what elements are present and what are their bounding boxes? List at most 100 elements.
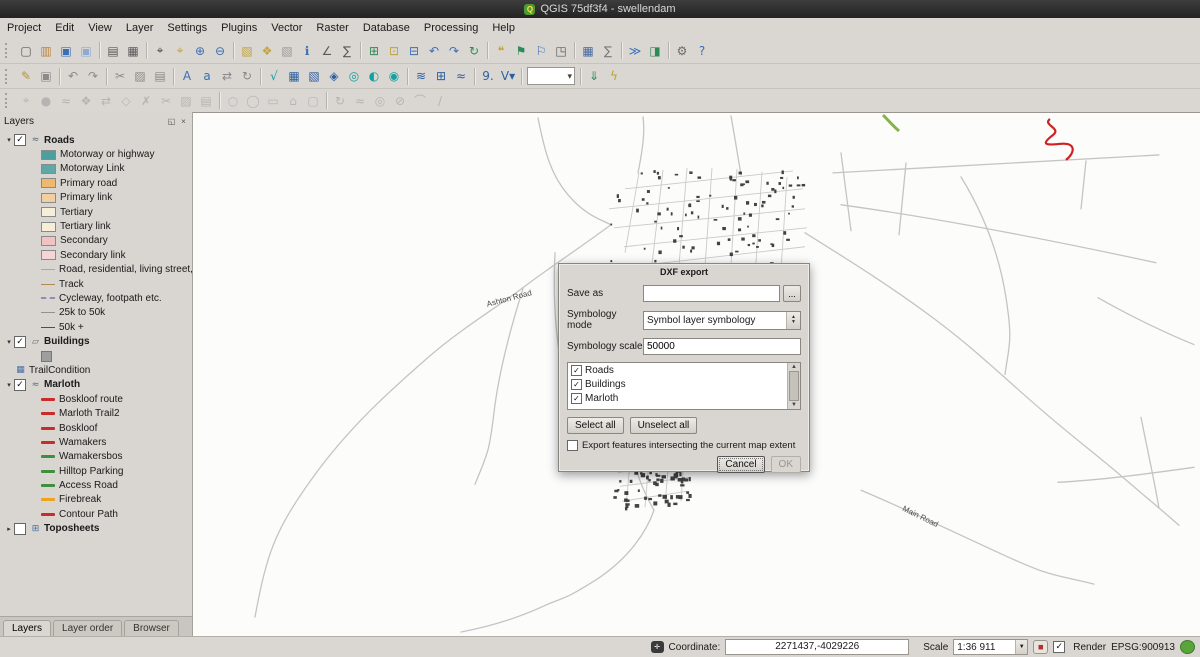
redo-icon[interactable]: ↷ [83, 66, 103, 86]
select-features-icon[interactable]: ▧ [237, 41, 257, 61]
tree-row[interactable]: ▾✓▱Buildings [0, 334, 192, 348]
menu-vector[interactable]: Vector [264, 20, 309, 36]
tree-row[interactable]: Secondary link [0, 248, 192, 262]
save-as-input[interactable] [643, 285, 780, 302]
project-save-as-icon[interactable]: ▣ [76, 41, 96, 61]
rotate-label-icon[interactable]: ↻ [237, 66, 257, 86]
menu-edit[interactable]: Edit [48, 20, 81, 36]
tree-row[interactable]: Contour Path [0, 507, 192, 521]
georeferencer-icon[interactable]: ⊞ [431, 66, 451, 86]
tree-row[interactable]: ▾✓≈Marloth [0, 378, 192, 392]
scroll-up-icon[interactable]: ▲ [791, 364, 797, 370]
coordinate-display[interactable]: 2271437,-4029226 [725, 639, 909, 655]
zoom-full-icon[interactable]: ⊞ [364, 41, 384, 61]
measure-line-icon[interactable]: ∠ [317, 41, 337, 61]
tree-row[interactable]: Wamakersbos [0, 450, 192, 464]
pan-map-icon[interactable]: ⌖ [150, 41, 170, 61]
help-contents-icon[interactable]: ? [692, 41, 712, 61]
tree-row[interactable]: Firebreak [0, 493, 192, 507]
menu-help[interactable]: Help [485, 20, 522, 36]
toolbar-drag-handle[interactable] [5, 69, 12, 84]
menu-processing[interactable]: Processing [417, 20, 485, 36]
tree-row[interactable]: Track [0, 277, 192, 291]
combo-spin-arrows-icon[interactable]: ▲▼ [786, 312, 800, 329]
mouse-position-icon[interactable]: ✛ [651, 641, 664, 653]
menu-raster[interactable]: Raster [309, 20, 355, 36]
deselect-all-icon[interactable]: ▧ [277, 41, 297, 61]
export-layer-row[interactable]: ✓Roads [568, 363, 788, 377]
symbology-scale-input[interactable] [643, 338, 801, 355]
labeling-icon[interactable]: A [177, 66, 197, 86]
zoom-out-icon[interactable]: ⊖ [210, 41, 230, 61]
stop-rendering-icon[interactable]: ◼ [1033, 640, 1048, 654]
dissolve-icon[interactable]: ◉ [384, 66, 404, 86]
log-messages-icon[interactable] [1180, 640, 1195, 654]
zoom-in-icon[interactable]: ⊕ [190, 41, 210, 61]
tree-row[interactable]: Tertiary link [0, 219, 192, 233]
ok-button[interactable]: OK [771, 456, 801, 473]
tree-row[interactable]: Access Road [0, 478, 192, 492]
tree-row[interactable]: Wamakers [0, 435, 192, 449]
layer-checkbox[interactable]: ✓ [14, 379, 26, 391]
select-all-button[interactable]: Select all [567, 417, 624, 434]
buffer-icon[interactable]: ◎ [344, 66, 364, 86]
save-layer-edits-icon[interactable]: ▣ [36, 66, 56, 86]
python-macro-icon[interactable]: ϟ [604, 66, 624, 86]
project-open-icon[interactable]: ▥ [36, 41, 56, 61]
export-layer-row[interactable]: ✓Buildings [568, 377, 788, 391]
float-panel-icon[interactable]: ◱ [167, 117, 176, 126]
close-panel-icon[interactable]: × [179, 117, 188, 126]
export-layer-row[interactable]: ✓Marloth [568, 391, 788, 405]
cancel-button[interactable]: Cancel [717, 456, 764, 473]
tree-row[interactable]: 50k + [0, 320, 192, 334]
render-checkbox[interactable]: ✓ [1053, 641, 1065, 653]
list-scrollbar[interactable]: ▲ ▼ [787, 363, 800, 409]
extent-checkbox[interactable] [567, 440, 578, 451]
pan-to-selection-icon[interactable]: ⌖ [170, 41, 190, 61]
export-layer-checkbox[interactable]: ✓ [571, 393, 582, 404]
project-new-icon[interactable]: ▢ [16, 41, 36, 61]
tree-row[interactable]: Road, residential, living street, etc. [0, 263, 192, 277]
toolbar-drag-handle[interactable] [5, 43, 12, 58]
paste-features-icon[interactable]: ▤ [150, 66, 170, 86]
menu-database[interactable]: Database [356, 20, 417, 36]
tree-row[interactable]: Boskloof [0, 421, 192, 435]
new-bookmark-icon[interactable]: ⚑ [511, 41, 531, 61]
tree-row[interactable]: Marloth Trail2 [0, 406, 192, 420]
menu-layer[interactable]: Layer [119, 20, 161, 36]
browse-button[interactable]: ... [783, 285, 801, 302]
statistical-summary-icon[interactable]: ∑ [337, 41, 357, 61]
tree-row[interactable]: Cycleway, footpath etc. [0, 291, 192, 305]
clip-icon[interactable]: ◐ [364, 66, 384, 86]
project-save-icon[interactable]: ▣ [56, 41, 76, 61]
new-print-composer-icon[interactable]: ▤ [103, 41, 123, 61]
tree-row[interactable]: Motorway or highway [0, 147, 192, 161]
menu-project[interactable]: Project [0, 20, 48, 36]
toggle-editing-icon[interactable]: ✎ [16, 66, 36, 86]
vector-checker-icon[interactable]: √ [264, 66, 284, 86]
undo-icon[interactable]: ↶ [63, 66, 83, 86]
panel-tab-layer-order[interactable]: Layer order [53, 620, 122, 637]
scroll-down-icon[interactable]: ▼ [791, 402, 797, 408]
expand-caret-icon[interactable]: ▾ [4, 136, 14, 144]
field-calculator-icon[interactable]: ∑ [598, 41, 618, 61]
tree-row[interactable]: Primary road [0, 176, 192, 190]
symbology-mode-combo[interactable]: Symbol layer symbology ▲▼ [643, 311, 801, 330]
toolbar-drag-handle[interactable] [5, 93, 12, 108]
tree-row[interactable] [0, 349, 192, 363]
menu-plugins[interactable]: Plugins [214, 20, 264, 36]
scale-combo[interactable]: 1:36 911 ▼ [953, 639, 1028, 655]
refresh-map-icon[interactable]: ↻ [464, 41, 484, 61]
tree-row[interactable]: ▸⊞Toposheets [0, 522, 192, 536]
tree-row[interactable]: Motorway Link [0, 162, 192, 176]
python-console-icon[interactable]: ≫ [625, 41, 645, 61]
scale-dropdown-icon[interactable]: ▼ [1015, 640, 1027, 654]
expand-caret-icon[interactable]: ▾ [4, 338, 14, 346]
composer-manager-icon[interactable]: ▦ [123, 41, 143, 61]
map-tips-icon[interactable]: ❝ [491, 41, 511, 61]
zoom-to-selection-icon[interactable]: ⊡ [384, 41, 404, 61]
decimal-places-icon[interactable]: 9. [478, 66, 498, 86]
tree-row[interactable]: ▦TrailCondition [0, 363, 192, 377]
select-by-polygon-icon[interactable]: ❖ [257, 41, 277, 61]
identify-features-icon[interactable]: ℹ [297, 41, 317, 61]
